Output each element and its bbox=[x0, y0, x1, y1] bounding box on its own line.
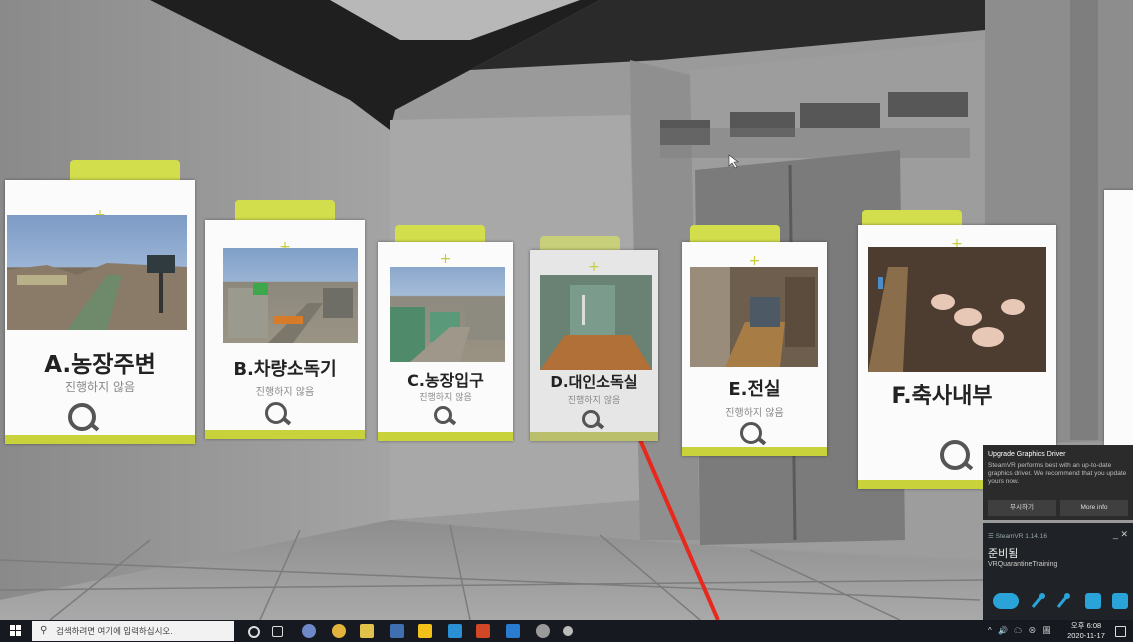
controller-right-icon bbox=[1055, 593, 1071, 609]
taskbar: ⚲ 검색하려면 여기에 입력하십시오. ^ 🔊 ☁ ⊗ 圖 오후 6:08 20… bbox=[0, 620, 1133, 642]
search-icon bbox=[68, 403, 96, 431]
search-icon bbox=[265, 402, 287, 424]
card-c-status: 진행하지 않음 bbox=[419, 393, 472, 403]
plus-icon: + bbox=[748, 253, 761, 269]
clock-date: 2020-11-17 bbox=[1067, 631, 1105, 640]
card-b-status: 진행하지 않음 bbox=[255, 387, 315, 398]
card-a-title: A.농장주변 bbox=[44, 352, 156, 378]
base-station-icon bbox=[1085, 593, 1101, 609]
card-d-status: 진행하지 않음 bbox=[567, 396, 621, 406]
card-partial bbox=[1104, 190, 1133, 459]
app-icon-3[interactable] bbox=[448, 624, 462, 638]
notification-center-icon[interactable] bbox=[1115, 626, 1126, 637]
card-c-thumbnail bbox=[390, 267, 505, 362]
chrome-icon[interactable] bbox=[332, 624, 346, 638]
steamvr-status-window[interactable]: ☰ SteamVR 1.14.16 _ ✕ 준비됨 VRQuarantineTr… bbox=[983, 523, 1133, 620]
card-f-title: F.축사내부 bbox=[891, 384, 993, 409]
window-controls[interactable]: _ ✕ bbox=[1113, 529, 1128, 540]
cortana-icon[interactable] bbox=[248, 626, 260, 638]
taskbar-clock[interactable]: 오후 6:08 2020-11-17 bbox=[1063, 621, 1109, 641]
app-icon-4[interactable] bbox=[506, 624, 520, 638]
card-b-thumbnail bbox=[223, 248, 358, 343]
card-f-thumbnail bbox=[868, 247, 1046, 372]
headset-icon bbox=[993, 593, 1019, 609]
card-e-title: E.전실 bbox=[728, 379, 781, 400]
card-a-status: 진행하지 않음 bbox=[64, 380, 136, 394]
app-icon-1[interactable] bbox=[302, 624, 316, 638]
card-d-title: D.대인소독실 bbox=[550, 373, 638, 391]
search-placeholder: 검색하려면 여기에 입력하십시오. bbox=[56, 626, 173, 636]
task-view-icon[interactable] bbox=[272, 626, 283, 637]
steamvr-app-name: VRQuarantineTraining bbox=[988, 561, 1058, 568]
app-icon-6[interactable] bbox=[563, 626, 573, 636]
card-c-title: C.농장입구 bbox=[407, 371, 484, 390]
vr-scene: + A.농장주변 진행하지 않음 + B.차량소독기 bbox=[0, 0, 1133, 620]
app-icon-5[interactable] bbox=[536, 624, 550, 638]
app-icon-2[interactable] bbox=[390, 624, 404, 638]
controller-left-icon bbox=[1030, 593, 1046, 609]
powerpoint-icon[interactable] bbox=[476, 624, 490, 638]
search-icon bbox=[740, 422, 762, 444]
card-b-title: B.차량소독기 bbox=[233, 359, 337, 380]
card-d[interactable]: + D.대인소독실 진행하지 않음 bbox=[530, 250, 658, 441]
windows-start-icon[interactable] bbox=[10, 625, 22, 637]
card-e-status: 진행하지 않음 bbox=[725, 408, 784, 419]
upgrade-driver-notification: Upgrade Graphics Driver SteamVR performs… bbox=[983, 445, 1133, 520]
plus-icon: + bbox=[439, 251, 452, 267]
base-station-icon bbox=[1112, 593, 1128, 609]
card-e[interactable]: + E.전실 진행하지 않음 bbox=[682, 242, 827, 456]
card-c[interactable]: + C.농장입구 진행하지 않음 bbox=[378, 242, 513, 441]
plus-icon: + bbox=[588, 259, 600, 275]
card-a[interactable]: + A.농장주변 진행하지 않음 bbox=[5, 180, 195, 444]
card-b[interactable]: + B.차량소독기 진행하지 않음 bbox=[205, 220, 365, 439]
card-a-thumbnail bbox=[7, 215, 187, 330]
dismiss-button[interactable]: 무시하기 bbox=[988, 500, 1056, 516]
search-icon bbox=[434, 406, 452, 424]
steamvr-version: ☰ SteamVR 1.14.16 bbox=[988, 533, 1047, 540]
card-e-thumbnail bbox=[690, 267, 818, 367]
kakaotalk-icon[interactable] bbox=[418, 624, 432, 638]
search-icon: ⚲ bbox=[40, 625, 48, 636]
system-tray-icons[interactable]: ^ 🔊 ☁ ⊗ 圖 bbox=[988, 620, 1053, 642]
card-d-thumbnail bbox=[540, 275, 652, 370]
steamvr-status: 준비됨 bbox=[988, 548, 1019, 560]
clock-time: 오후 6:08 bbox=[1070, 621, 1102, 630]
search-icon bbox=[582, 410, 600, 428]
file-explorer-icon[interactable] bbox=[360, 624, 374, 638]
more-info-button[interactable]: More info bbox=[1060, 500, 1128, 516]
search-icon bbox=[940, 440, 970, 470]
notification-message: SteamVR performs best with an up-to-date… bbox=[988, 462, 1127, 485]
notification-title: Upgrade Graphics Driver bbox=[988, 451, 1066, 458]
taskbar-search-box[interactable]: ⚲ 검색하려면 여기에 입력하십시오. bbox=[32, 621, 234, 641]
